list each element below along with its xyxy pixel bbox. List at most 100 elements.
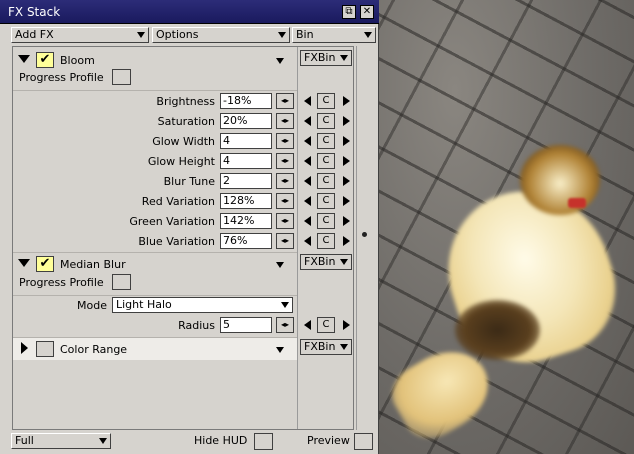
spin-arrows-icon[interactable]: ◂▸ <box>276 233 294 249</box>
keyframe-prev-icon[interactable] <box>304 236 311 246</box>
mode-dropdown[interactable]: Light Halo <box>112 297 293 313</box>
fx-menu-chevron-icon[interactable] <box>276 58 284 64</box>
param-value-field[interactable]: 4 <box>220 133 272 149</box>
title-bar[interactable]: FX Stack ⧉ ✕ <box>0 0 379 24</box>
fx-menu-chevron-icon[interactable] <box>276 347 284 353</box>
param-value-field[interactable]: -18% <box>220 93 272 109</box>
fxbin-dropdown-median-blur[interactable]: FXBin <box>300 254 352 270</box>
param-value-field[interactable]: 76% <box>220 233 272 249</box>
chevron-down-icon <box>340 259 348 265</box>
param-value-field[interactable]: 142% <box>220 213 272 229</box>
reset-button[interactable]: C <box>317 317 335 333</box>
enable-checkbox-bloom[interactable]: ✔ <box>36 52 54 68</box>
spin-arrows-icon[interactable]: ◂▸ <box>276 113 294 129</box>
keyframe-prev-icon[interactable] <box>304 116 311 126</box>
param-label: Blue Variation <box>138 235 215 248</box>
param-value-field[interactable]: 4 <box>220 153 272 169</box>
spin-arrows-icon[interactable]: ◂▸ <box>276 193 294 209</box>
expand-right-icon[interactable] <box>21 342 28 354</box>
reset-button[interactable]: C <box>317 193 335 209</box>
param-value-field[interactable]: 2 <box>220 173 272 189</box>
param-label: Glow Width <box>152 135 215 148</box>
keyframe-prev-icon[interactable] <box>304 176 311 186</box>
param-row-saturation: Saturation 20% ◂▸ C <box>13 113 353 133</box>
enable-checkbox-median-blur[interactable]: ✔ <box>36 256 54 272</box>
chevron-down-icon <box>364 32 372 38</box>
spin-arrows-icon[interactable]: ◂▸ <box>276 133 294 149</box>
enable-checkbox-color-range[interactable] <box>36 341 54 357</box>
reset-button[interactable]: C <box>317 93 335 109</box>
chevron-down-icon <box>137 32 145 38</box>
fx-stack-window: FX Stack ⧉ ✕ Add FX Options Bin ✔ Bloom … <box>0 0 379 454</box>
vertical-scrollbar[interactable] <box>356 46 372 430</box>
hide-hud-checkbox[interactable] <box>254 433 273 450</box>
reset-button[interactable]: C <box>317 153 335 169</box>
param-row-blur-tune: Blur Tune 2 ◂▸ C <box>13 173 353 193</box>
param-label: Saturation <box>157 115 215 128</box>
fx-header-median-blur[interactable]: ✔ Median Blur <box>13 253 297 275</box>
keyframe-prev-icon[interactable] <box>304 216 311 226</box>
keyframe-prev-icon[interactable] <box>304 196 311 206</box>
reset-button[interactable]: C <box>317 173 335 189</box>
param-label: Green Variation <box>129 215 215 228</box>
param-value-field[interactable]: 20% <box>220 113 272 129</box>
reset-button[interactable]: C <box>317 113 335 129</box>
close-icon[interactable]: ✕ <box>360 5 374 19</box>
keyframe-next-icon[interactable] <box>343 216 350 226</box>
scroll-grip-icon[interactable] <box>362 232 367 237</box>
progress-profile-toggle-bloom[interactable] <box>112 69 131 85</box>
spin-arrows-icon[interactable]: ◂▸ <box>276 93 294 109</box>
keyframe-prev-icon[interactable] <box>304 136 311 146</box>
fx-menu-chevron-icon[interactable] <box>276 262 284 268</box>
fxbin-label: FXBin <box>304 51 336 64</box>
spin-arrows-icon[interactable]: ◂▸ <box>276 213 294 229</box>
progress-profile-label: Progress Profile <box>19 71 104 84</box>
reset-button[interactable]: C <box>317 133 335 149</box>
options-dropdown[interactable]: Options <box>152 27 290 43</box>
keyframe-prev-icon[interactable] <box>304 96 311 106</box>
fxbin-label: FXBin <box>304 255 336 268</box>
param-label: Blur Tune <box>163 175 215 188</box>
spin-arrows-icon[interactable]: ◂▸ <box>276 317 294 333</box>
param-row-mode: Mode Light Halo <box>13 297 353 317</box>
expand-down-icon[interactable] <box>18 259 30 267</box>
fx-name-color-range: Color Range <box>60 343 128 356</box>
view-mode-dropdown[interactable]: Full <box>11 433 111 449</box>
dog-head <box>520 145 600 215</box>
preview-checkbox[interactable] <box>354 433 373 450</box>
keyframe-prev-icon[interactable] <box>304 320 311 330</box>
keyframe-prev-icon[interactable] <box>304 156 311 166</box>
add-fx-label: Add FX <box>15 28 54 41</box>
divider <box>13 295 297 296</box>
param-row-glow-height: Glow Height 4 ◂▸ C <box>13 153 353 173</box>
restore-icon[interactable]: ⧉ <box>342 5 356 19</box>
fx-header-bloom[interactable]: ✔ Bloom <box>13 49 297 71</box>
spin-arrows-icon[interactable]: ◂▸ <box>276 153 294 169</box>
spin-arrows-icon[interactable]: ◂▸ <box>276 173 294 189</box>
reset-button[interactable]: C <box>317 213 335 229</box>
fxbin-label: FXBin <box>304 340 336 353</box>
fxbin-dropdown-bloom[interactable]: FXBin <box>300 50 352 66</box>
keyframe-next-icon[interactable] <box>343 96 350 106</box>
fx-header-color-range[interactable]: Color Range <box>13 338 297 360</box>
chevron-down-icon <box>340 344 348 350</box>
chevron-down-icon <box>340 55 348 61</box>
keyframe-next-icon[interactable] <box>343 320 350 330</box>
keyframe-next-icon[interactable] <box>343 136 350 146</box>
fxbin-dropdown-color-range[interactable]: FXBin <box>300 339 352 355</box>
keyframe-next-icon[interactable] <box>343 156 350 166</box>
add-fx-dropdown[interactable]: Add FX <box>11 27 149 43</box>
fx-name-median-blur: Median Blur <box>60 258 126 271</box>
param-value-field[interactable]: 128% <box>220 193 272 209</box>
keyframe-next-icon[interactable] <box>343 116 350 126</box>
progress-profile-toggle-median-blur[interactable] <box>112 274 131 290</box>
bin-dropdown[interactable]: Bin <box>292 27 376 43</box>
param-value-field[interactable]: 5 <box>220 317 272 333</box>
progress-profile-label: Progress Profile <box>19 276 104 289</box>
reset-button[interactable]: C <box>317 233 335 249</box>
preview-label: Preview <box>307 434 350 447</box>
keyframe-next-icon[interactable] <box>343 236 350 246</box>
keyframe-next-icon[interactable] <box>343 196 350 206</box>
keyframe-next-icon[interactable] <box>343 176 350 186</box>
expand-down-icon[interactable] <box>18 55 30 63</box>
